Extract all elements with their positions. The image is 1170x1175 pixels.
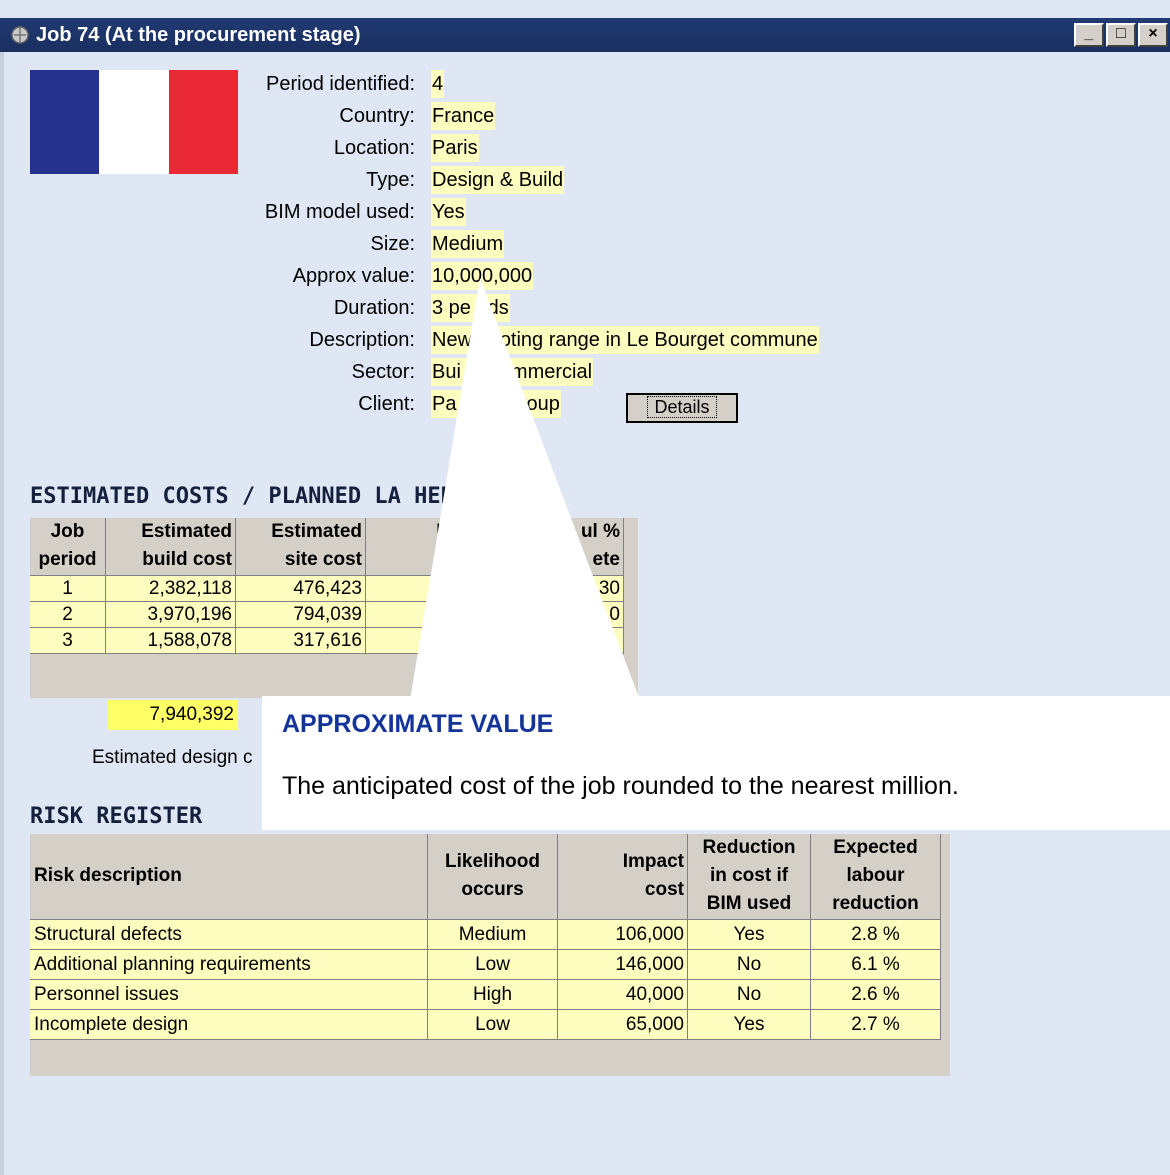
- risk-row-2-desc: Additional planning requirements: [30, 950, 428, 980]
- maximize-button[interactable]: □: [1106, 23, 1136, 47]
- risk-row-1-reduction: Yes: [688, 920, 811, 950]
- header-site-cost: Estimated site cost: [236, 518, 366, 576]
- cost-row-1-cumul: 30: [366, 576, 624, 602]
- size-label: Size:: [370, 233, 415, 255]
- app-icon: [11, 26, 29, 44]
- info-country: Country: France: [0, 102, 900, 130]
- title-bar[interactable]: Job 74 (At the procurement stage) _ □ ×: [0, 18, 1170, 52]
- cost-row-3-build: 1,588,078: [106, 628, 236, 654]
- risk-row-2-reduction: No: [688, 950, 811, 980]
- sector-label: Sector:: [351, 361, 415, 383]
- country-label: Country:: [339, 105, 415, 127]
- risk-row-4-impact: 65,000: [558, 1010, 688, 1040]
- design-cost-label: Estimated design c: [92, 747, 253, 768]
- approx-value-label: Approx value:: [292, 265, 415, 287]
- info-approx-value: Approx value: 10,000,000: [0, 262, 900, 290]
- header-reduction-bim: Reduction in cost if BIM used: [688, 834, 811, 920]
- top-strip: [0, 0, 1170, 18]
- cost-row-1-site: 476,423: [236, 576, 366, 602]
- tooltip-title: APPROXIMATE VALUE: [282, 710, 554, 738]
- info-duration: Duration: 3 pe ods: [0, 294, 900, 322]
- risk-row-1-impact: 106,000: [558, 920, 688, 950]
- size-value: Medium: [431, 230, 505, 258]
- cost-row-2-cumul: 0: [366, 602, 624, 628]
- window-title: Job 74 (At the procurement stage): [36, 24, 361, 46]
- header-cumul-complete: ul % ete: [516, 518, 624, 576]
- minimize-button[interactable]: _: [1074, 23, 1104, 47]
- risk-row-4-likelihood: Low: [428, 1010, 558, 1040]
- header-risk-description: Risk description: [30, 834, 428, 920]
- risk-row-4-reduction: Yes: [688, 1010, 811, 1040]
- risk-row-1-expected: 2.8 %: [811, 920, 941, 950]
- duration-label: Duration:: [333, 297, 415, 319]
- costs-table: Job period Estimated build cost Estimated s…: [30, 518, 638, 698]
- info-period: Period identified: 4: [0, 70, 900, 98]
- cost-row-3-cumul: [366, 628, 624, 654]
- cost-row-2-build: 3,970,196: [106, 602, 236, 628]
- country-value: France: [431, 102, 496, 130]
- risk-row-3-reduction: No: [688, 980, 811, 1010]
- details-button[interactable]: Details: [626, 393, 738, 423]
- window-controls: _ □ ×: [1074, 23, 1168, 47]
- cost-row-2-period: 2: [30, 602, 106, 628]
- risk-section-title: RISK REGISTER: [30, 804, 203, 829]
- client-label: Client:: [358, 393, 415, 415]
- info-size: Size: Medium: [0, 230, 900, 258]
- risk-row-3-expected: 2.6 %: [811, 980, 941, 1010]
- period-value: 4: [431, 70, 445, 98]
- description-value: New hooting range in Le Bourget commune: [431, 326, 819, 354]
- total-build-cost: 7,940,392: [108, 700, 238, 730]
- location-label: Location:: [333, 137, 415, 159]
- duration-value: 3 pe ods: [431, 294, 510, 322]
- risk-row-3-desc: Personnel issues: [30, 980, 428, 1010]
- description-label: Description:: [309, 329, 415, 351]
- info-bim: BIM model used: Yes: [0, 198, 900, 226]
- close-button[interactable]: ×: [1138, 23, 1168, 47]
- info-location: Location: Paris: [0, 134, 900, 162]
- location-value: Paris: [431, 134, 479, 162]
- tooltip-body: The anticipated cost of the job rounded …: [282, 772, 959, 800]
- header-expected-labour: Expected labour reduction: [811, 834, 941, 920]
- header-planned-labour: Pla la: [366, 518, 516, 576]
- risk-row-1-likelihood: Medium: [428, 920, 558, 950]
- bim-label: BIM model used:: [264, 201, 415, 223]
- risk-row-2-impact: 146,000: [558, 950, 688, 980]
- approx-value-value[interactable]: 10,000,000: [431, 262, 534, 290]
- info-type: Type: Design & Build: [0, 166, 900, 194]
- cost-row-3-period: 3: [30, 628, 106, 654]
- sector-value: Bui & Commercial: [431, 358, 594, 386]
- risk-row-1-desc: Structural defects: [30, 920, 428, 950]
- info-description: Description: New hooting range in Le Bou…: [0, 326, 900, 354]
- cost-row-1-period: 1: [30, 576, 106, 602]
- risk-row-3-likelihood: High: [428, 980, 558, 1010]
- job-window: Job 74 (At the procurement stage) _ □ × …: [0, 0, 1170, 1175]
- header-job-period: Job period: [30, 518, 106, 576]
- risk-row-4-desc: Incomplete design: [30, 1010, 428, 1040]
- cost-row-3-site: 317,616: [236, 628, 366, 654]
- costs-section-title: ESTIMATED COSTS / PLANNED LA HEDULE: [30, 484, 494, 509]
- info-sector: Sector: Bui & Commercial: [0, 358, 900, 386]
- details-button-label: Details: [647, 396, 717, 418]
- risk-row-2-expected: 6.1 %: [811, 950, 941, 980]
- client-value: Pa npic Group: [431, 390, 561, 418]
- cost-row-1-build: 2,382,118: [106, 576, 236, 602]
- bim-value: Yes: [431, 198, 466, 226]
- info-client: Client: Pa npic Group: [0, 390, 900, 418]
- header-likelihood: Likelihood occurs: [428, 834, 558, 920]
- cost-row-2-site: 794,039: [236, 602, 366, 628]
- risk-row-4-expected: 2.7 %: [811, 1010, 941, 1040]
- type-label: Type:: [366, 169, 415, 191]
- header-build-cost: Estimated build cost: [106, 518, 236, 576]
- period-label: Period identified:: [266, 73, 415, 95]
- type-value: Design & Build: [431, 166, 565, 194]
- risk-table: Risk description Likelihood occurs Impact…: [30, 834, 950, 1076]
- tooltip: APPROXIMATE VALUE The anticipated cost o…: [262, 696, 1170, 830]
- risk-row-2-likelihood: Low: [428, 950, 558, 980]
- risk-row-3-impact: 40,000: [558, 980, 688, 1010]
- header-impact-cost: Impact cost: [558, 834, 688, 920]
